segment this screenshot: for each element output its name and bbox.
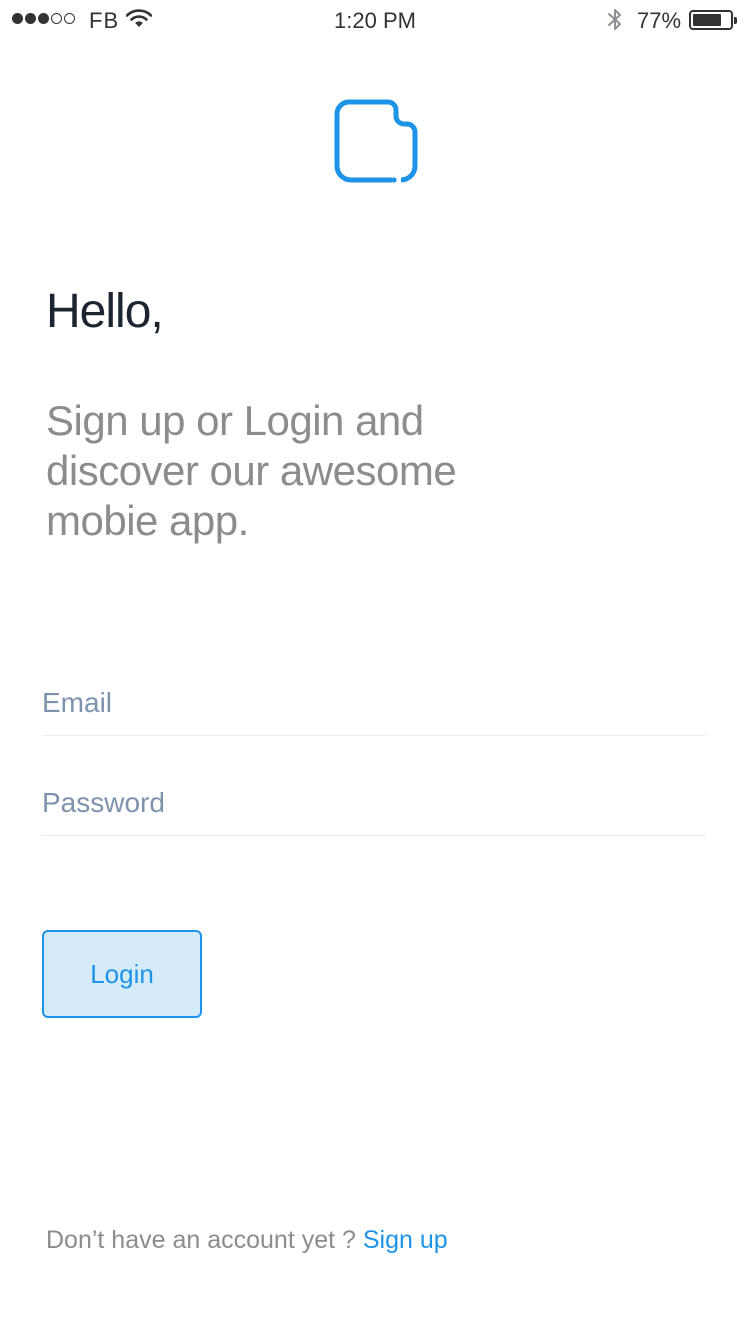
email-field[interactable] <box>42 679 706 727</box>
signup-prompt: Don’t have an account yet ? Sign up <box>46 1226 448 1255</box>
page-title: Hello, <box>46 285 164 338</box>
page-subtitle: Sign up or Login and discover our awesom… <box>46 397 457 544</box>
status-bar: FB 1:20 PM 77% <box>0 0 750 40</box>
battery-level <box>693 14 721 26</box>
signup-link[interactable]: Sign up <box>363 1226 448 1254</box>
password-field[interactable] <box>42 779 706 827</box>
battery-icon <box>689 10 737 30</box>
login-button[interactable]: Login <box>42 930 202 1018</box>
signup-prompt-text: Don’t have an account yet ? <box>46 1226 363 1254</box>
password-field-container <box>42 773 706 836</box>
bluetooth-icon <box>605 7 625 39</box>
app-logo-icon <box>333 98 419 186</box>
battery-percentage: 77% <box>637 8 682 33</box>
email-field-container <box>42 673 706 736</box>
